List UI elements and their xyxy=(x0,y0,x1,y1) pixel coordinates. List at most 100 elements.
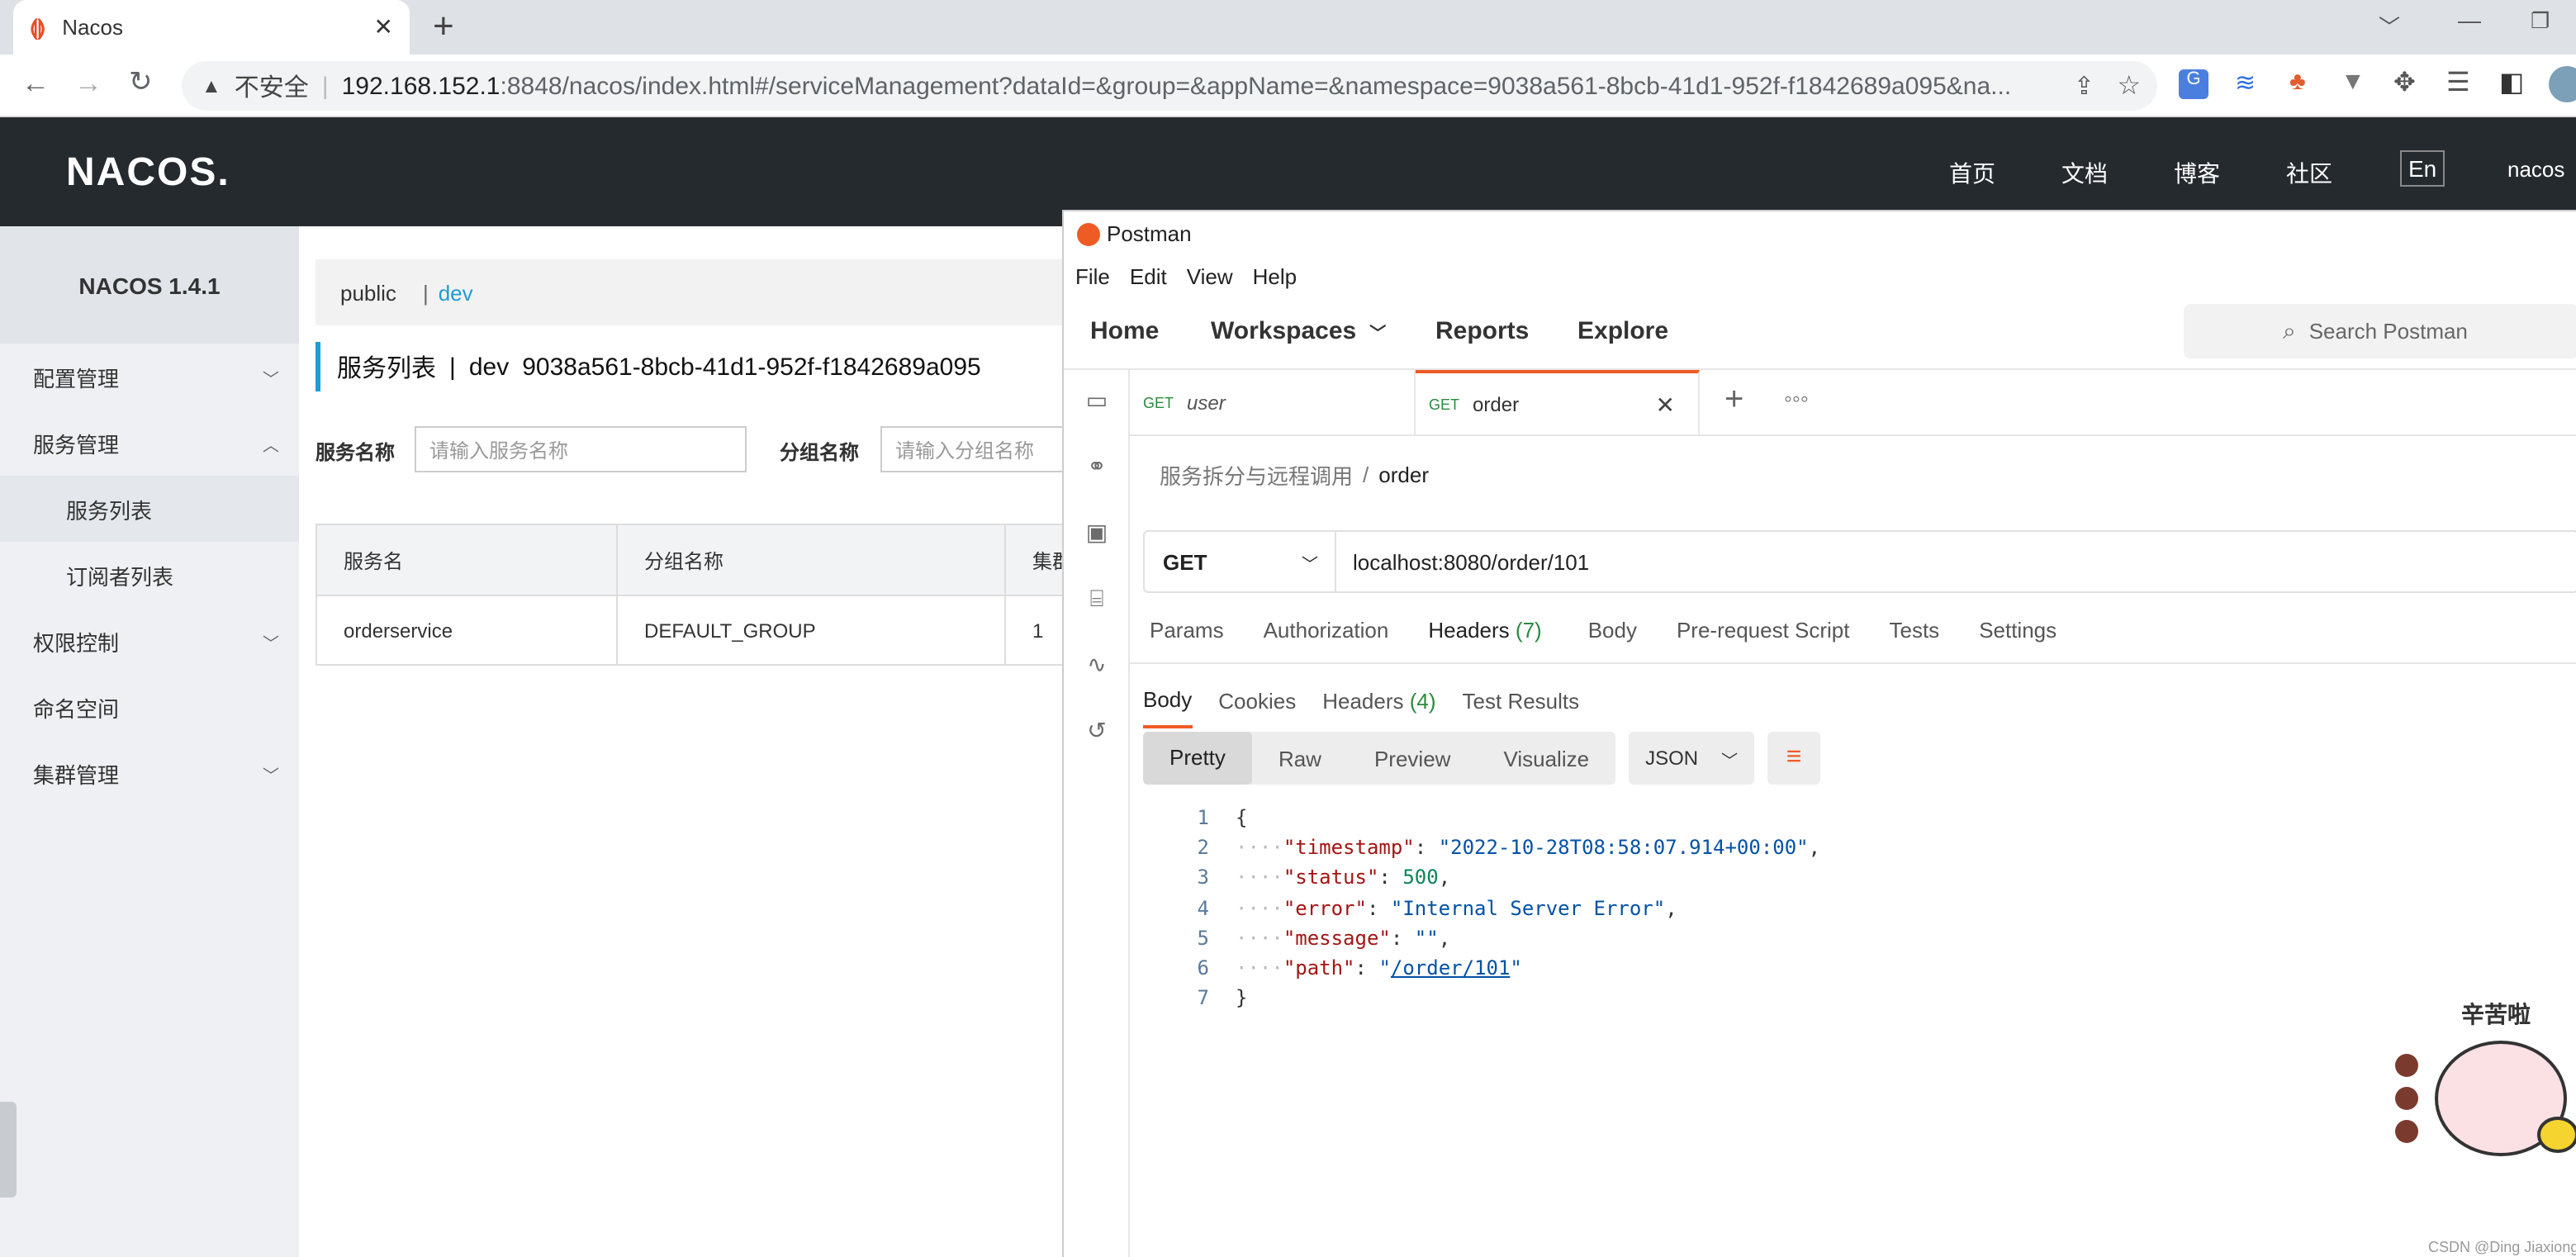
collections-icon[interactable]: ▭ xyxy=(1080,387,1113,420)
tab-headers-label: Headers xyxy=(1428,618,1510,643)
close-tab-icon[interactable]: ✕ xyxy=(1656,391,1675,419)
profile-avatar[interactable] xyxy=(2549,66,2576,102)
language-select[interactable]: JSON ﹀ xyxy=(1629,732,1755,785)
service-name-input[interactable]: 请输入服务名称 xyxy=(415,426,747,472)
json-line-path: ····"path": "/order/101" xyxy=(1236,956,1522,980)
language-toggle[interactable]: En xyxy=(2400,150,2446,187)
browser-tab-nacos[interactable]: ⟬⟭ Nacos ✕ xyxy=(13,0,410,55)
request-tab-order[interactable]: GET order ✕ xyxy=(1416,370,1700,436)
menu-view[interactable]: View xyxy=(1187,264,1233,289)
omnibox[interactable]: ▲ 不安全 | 192.168.152.1 :8848/nacos/index.… xyxy=(182,61,2157,111)
json-path-link[interactable]: /order/101 xyxy=(1391,956,1511,980)
tab-body[interactable]: Body xyxy=(1588,618,1637,643)
breadcrumb: 服务拆分与远程调用 / order xyxy=(1160,459,1429,491)
layers-extension-icon[interactable]: ≋ xyxy=(2235,68,2256,97)
namespace-dev[interactable]: dev xyxy=(439,280,473,305)
new-tab-button[interactable]: + xyxy=(433,5,454,48)
table-row[interactable]: orderservice DEFAULT_GROUP 1 xyxy=(315,595,1092,666)
wrap-lines-icon: ≡ xyxy=(1786,743,1802,771)
close-tab-icon[interactable]: ✕ xyxy=(374,13,393,41)
postman-menu-bar: File Edit View Help xyxy=(1064,256,2576,297)
minimize-icon[interactable]: — xyxy=(2458,7,2481,33)
format-visualize[interactable]: Visualize xyxy=(1477,746,1615,771)
extensions-puzzle-icon[interactable]: ✥ xyxy=(2393,66,2416,99)
response-tab-cookies[interactable]: Cookies xyxy=(1218,689,1296,714)
address-bar-row: ← → ↻ ▲ 不安全 | 192.168.152.1 :8848/nacos/… xyxy=(0,55,2576,117)
sidebar-item-cluster[interactable]: 集群管理 ﹀ xyxy=(0,740,299,806)
nacos-logo[interactable]: NACOS. xyxy=(66,150,230,197)
sidebar-item-subscribers[interactable]: 订阅者列表 xyxy=(0,542,299,608)
nav-blog[interactable]: 博客 xyxy=(2174,157,2220,190)
sidebar-item-namespace[interactable]: 命名空间 xyxy=(0,674,299,740)
share-icon[interactable]: ⇪ xyxy=(2074,71,2094,101)
vue-extension-icon[interactable]: ▼ xyxy=(2341,68,2365,96)
tab-authorization[interactable]: Authorization xyxy=(1264,618,1389,643)
nav-workspaces[interactable]: Workspaces ﹀ xyxy=(1211,317,1386,345)
request-url-bar: GET ﹀ localhost:8080/order/101 xyxy=(1143,530,2576,593)
response-headers-count: (4) xyxy=(1409,689,1436,714)
tab-settings[interactable]: Settings xyxy=(1979,618,2057,643)
sidebar-item-access-control[interactable]: 权限控制 ﹀ xyxy=(0,608,299,674)
menu-file[interactable]: File xyxy=(1075,264,1110,289)
menu-help[interactable]: Help xyxy=(1253,264,1297,289)
sidebar-item-service-management[interactable]: 服务管理 ︿ xyxy=(0,410,299,476)
more-tabs-icon[interactable]: ◦◦◦ xyxy=(1784,385,1809,411)
nav-reports[interactable]: Reports xyxy=(1435,317,1529,345)
apis-icon[interactable]: ⚭ xyxy=(1080,453,1113,486)
breadcrumb-current: order xyxy=(1378,462,1429,487)
json-line-status: ····"status": 500, xyxy=(1236,866,1451,889)
format-preview[interactable]: Preview xyxy=(1348,746,1478,771)
nav-community[interactable]: 社区 xyxy=(2286,157,2332,190)
tab-prerequest-script[interactable]: Pre-request Script xyxy=(1677,618,1850,643)
sidebar-item-config[interactable]: 配置管理 ﹀ xyxy=(0,344,299,410)
side-panel-icon[interactable]: ◧ xyxy=(2499,66,2524,99)
sticker-dot xyxy=(2395,1054,2418,1077)
format-raw[interactable]: Raw xyxy=(1252,746,1348,771)
namespace-public[interactable]: public xyxy=(340,280,396,305)
tree-extension-icon[interactable]: ♣ xyxy=(2289,68,2306,96)
back-icon[interactable]: ← xyxy=(21,68,50,101)
security-label[interactable]: 不安全 xyxy=(235,69,309,103)
nav-home[interactable]: 首页 xyxy=(1949,157,1995,190)
tab-tests[interactable]: Tests xyxy=(1890,618,1940,643)
monitors-icon[interactable]: ∿ xyxy=(1080,651,1113,684)
postman-search[interactable]: ⌕ Search Postman xyxy=(2184,304,2576,358)
response-tab-headers[interactable]: Headers (4) xyxy=(1322,689,1435,714)
tab-params[interactable]: Params xyxy=(1150,618,1224,643)
nav-docs[interactable]: 文档 xyxy=(2061,157,2108,190)
method-select[interactable]: GET ﹀ xyxy=(1145,532,1336,591)
mock-servers-icon[interactable]: ⌸ xyxy=(1080,585,1113,618)
response-tab-body[interactable]: Body xyxy=(1143,687,1193,728)
group-name-input[interactable]: 请输入分组名称 xyxy=(880,426,1079,472)
environments-icon[interactable]: ▣ xyxy=(1080,519,1113,552)
url-input[interactable]: localhost:8080/order/101 xyxy=(1353,532,1589,591)
user-name[interactable]: nacos xyxy=(2507,157,2564,182)
response-tab-test-results[interactable]: Test Results xyxy=(1463,689,1580,714)
language-value: JSON xyxy=(1645,747,1699,770)
tab-headers[interactable]: Headers (7) xyxy=(1428,618,1541,643)
sticker-image: 辛苦啦 xyxy=(2385,988,2576,1186)
restore-icon[interactable]: ❐ xyxy=(2531,8,2550,35)
menu-edit[interactable]: Edit xyxy=(1130,264,1167,289)
nav-explore[interactable]: Explore xyxy=(1577,317,1668,345)
translate-extension-icon[interactable]: G xyxy=(2179,69,2208,99)
tab-search-icon[interactable]: ﹀ xyxy=(2379,10,2400,41)
json-value: "2022-10-28T08:58:07.914+00:00" xyxy=(1438,836,1809,860)
collapse-handle[interactable] xyxy=(0,1102,17,1198)
postman-window: Postman File Edit View Help Home Workspa… xyxy=(1062,210,2576,1257)
sticker-text: 辛苦啦 xyxy=(2461,1001,2531,1027)
reload-icon[interactable]: ↻ xyxy=(129,66,153,99)
reading-list-icon[interactable]: ☰ xyxy=(2446,66,2470,99)
sidebar-item-service-list[interactable]: 服务列表 xyxy=(0,476,299,542)
format-pretty[interactable]: Pretty xyxy=(1143,732,1252,785)
forward-icon[interactable]: → xyxy=(74,68,102,101)
nav-home[interactable]: Home xyxy=(1090,317,1159,345)
request-tab-user[interactable]: GET user xyxy=(1130,370,1416,436)
request-tabs: Params Authorization Headers (7) Body Pr… xyxy=(1150,618,2057,643)
history-icon[interactable]: ↺ xyxy=(1080,717,1113,750)
new-request-tab-button[interactable]: + xyxy=(1724,382,1743,420)
breadcrumb-parent[interactable]: 服务拆分与远程调用 xyxy=(1160,459,1353,491)
bookmark-star-icon[interactable]: ☆ xyxy=(2117,69,2141,102)
wrap-lines-button[interactable]: ≡ xyxy=(1767,732,1821,785)
response-body[interactable]: 1 2 3 4 5 6 7 { ····"timestamp": "2022-1… xyxy=(1143,803,2564,1017)
